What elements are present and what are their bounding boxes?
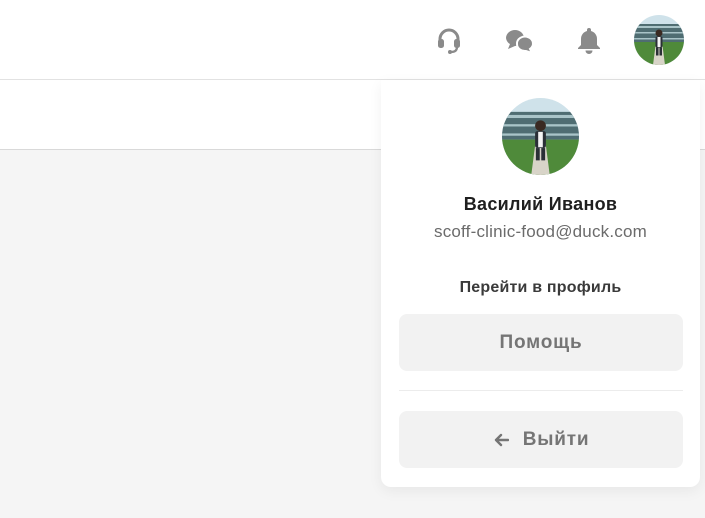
user-name: Василий Иванов bbox=[463, 194, 618, 214]
profile-avatar bbox=[502, 98, 579, 175]
avatar-photo bbox=[502, 98, 579, 175]
help-button-label: Помощь bbox=[499, 331, 583, 353]
menu-divider bbox=[399, 390, 683, 391]
headset-icon bbox=[434, 25, 464, 55]
avatar-photo bbox=[634, 15, 684, 65]
logout-button-label: Выйти bbox=[522, 428, 590, 450]
arrow-left-icon bbox=[493, 433, 509, 447]
profile-dropdown: Василий Иванов scoff-clinic-food@duck.co… bbox=[381, 80, 700, 487]
chat-button[interactable] bbox=[499, 20, 539, 60]
user-avatar-button[interactable] bbox=[634, 15, 684, 65]
help-button[interactable]: Помощь bbox=[399, 314, 683, 371]
top-header bbox=[0, 0, 705, 80]
go-to-profile-link[interactable]: Перейти в профиль bbox=[381, 279, 700, 297]
logout-button[interactable]: Выйти bbox=[399, 411, 683, 468]
notifications-button[interactable] bbox=[569, 20, 609, 60]
user-email: scoff-clinic-food@duck.com bbox=[434, 222, 647, 241]
support-button[interactable] bbox=[429, 20, 469, 60]
chat-bubbles-icon bbox=[503, 25, 535, 55]
bell-icon bbox=[575, 25, 603, 55]
